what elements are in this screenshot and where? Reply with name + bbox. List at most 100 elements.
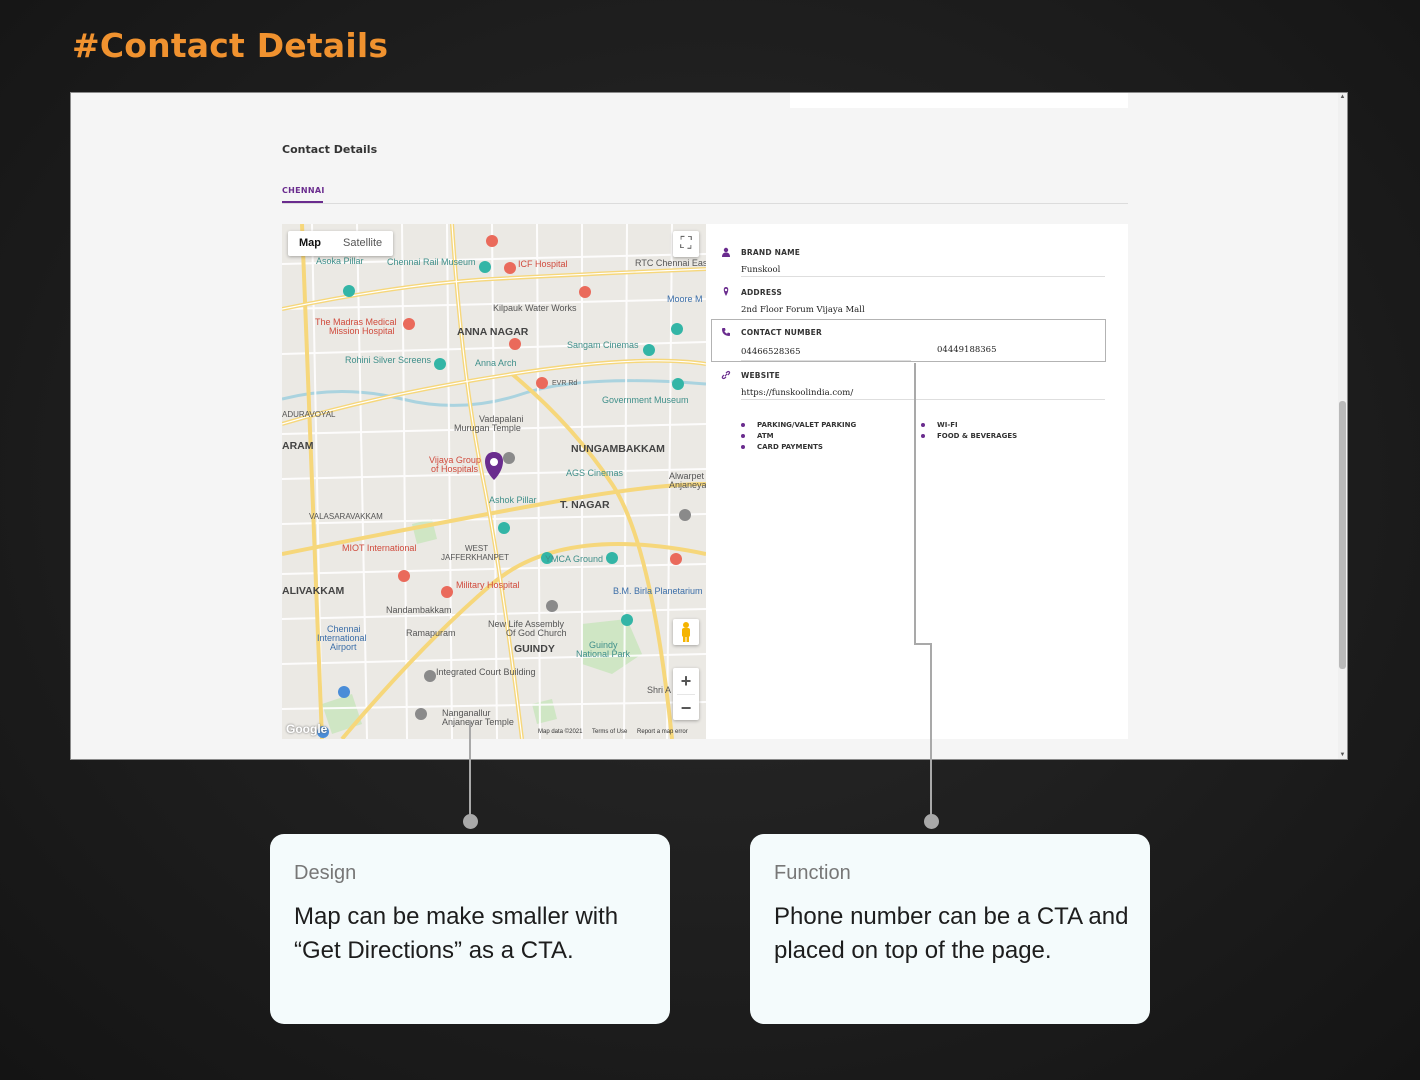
terms-link[interactable]: Terms of Use xyxy=(592,729,627,735)
svg-text:Ramapuram: Ramapuram xyxy=(406,628,456,638)
function-connector-line xyxy=(930,643,932,819)
tab-chennai[interactable]: CHENNAI xyxy=(282,186,325,195)
svg-text:Integrated Court Building: Integrated Court Building xyxy=(436,667,536,677)
tab-divider xyxy=(282,203,1128,204)
svg-text:Anjaneya: Anjaneya xyxy=(669,480,706,490)
scroll-up-icon[interactable]: ▲ xyxy=(1339,94,1346,100)
section-title: Contact Details xyxy=(282,143,378,156)
top-card xyxy=(790,93,1128,108)
svg-text:ANNA NAGAR: ANNA NAGAR xyxy=(457,326,529,338)
website-field: WEBSITE https://funskoolindia.com/ xyxy=(741,371,1105,400)
link-icon xyxy=(721,370,731,380)
phone-icon xyxy=(721,327,731,337)
svg-text:Government Museum: Government Museum xyxy=(602,395,689,405)
svg-text:Chennai Rail Museum: Chennai Rail Museum xyxy=(387,257,476,267)
amenity-item: ATM xyxy=(741,431,856,442)
brand-field: BRAND NAME Funskool xyxy=(741,248,1105,277)
svg-text:AGS Cinemas: AGS Cinemas xyxy=(566,468,624,478)
street-view-pegman[interactable] xyxy=(673,619,699,645)
svg-text:Kilpauk Water Works: Kilpauk Water Works xyxy=(493,303,577,313)
map-data-credit: Map data ©2021 xyxy=(538,729,583,735)
amenity-item: WI-FI xyxy=(921,420,1017,431)
user-icon xyxy=(721,247,731,257)
website-link[interactable]: https://funskoolindia.com/ xyxy=(741,388,1105,398)
divider xyxy=(741,360,911,361)
svg-text:Anna Arch: Anna Arch xyxy=(475,358,517,368)
map-type-satellite-button[interactable]: Satellite xyxy=(332,231,393,256)
map-type-control: Map Satellite xyxy=(288,231,394,256)
address-label: ADDRESS xyxy=(741,288,783,297)
divider xyxy=(741,276,1105,277)
report-error-link[interactable]: Report a map error xyxy=(637,729,688,735)
svg-text:ARAM: ARAM xyxy=(282,440,314,452)
design-connector-dot xyxy=(463,814,478,829)
scroll-down-icon[interactable]: ▼ xyxy=(1339,752,1346,758)
svg-text:ADURAVOYAL: ADURAVOYAL xyxy=(282,410,336,419)
svg-text:Moore M: Moore M xyxy=(667,294,703,304)
brand-label: BRAND NAME xyxy=(741,248,801,257)
address-value: 2nd Floor Forum Vijaya Mall xyxy=(741,305,865,315)
function-note-card: Function Phone number can be a CTA and p… xyxy=(750,834,1150,1024)
svg-text:B.M. Birla Planetarium: B.M. Birla Planetarium xyxy=(613,586,703,596)
svg-text:Shri A: Shri A xyxy=(647,685,671,695)
map-type-map-button[interactable]: Map xyxy=(288,231,332,256)
card-kicker: Design xyxy=(294,862,357,884)
svg-text:Of God Church: Of God Church xyxy=(506,628,567,638)
svg-text:of Hospitals: of Hospitals xyxy=(431,464,479,474)
google-logo: Google xyxy=(286,722,328,736)
address-field: ADDRESS 2nd Floor Forum Vijaya Mall xyxy=(741,288,1105,315)
map-view[interactable]: Asoka Pillar Chennai Rail Museum ICF Hos… xyxy=(282,224,706,739)
svg-text:Airport: Airport xyxy=(330,642,357,652)
card-body: Phone number can be a CTA and placed on … xyxy=(774,903,1129,964)
svg-text:Sangam Cinemas: Sangam Cinemas xyxy=(567,340,639,350)
svg-text:RTC Chennai Eas: RTC Chennai Eas xyxy=(635,258,706,268)
design-note-card: Design Map can be make smaller with “Get… xyxy=(270,834,670,1024)
page-heading: #Contact Details xyxy=(72,26,389,65)
svg-text:Military Hospital: Military Hospital xyxy=(456,580,520,590)
svg-text:Nandambakkam: Nandambakkam xyxy=(386,605,452,615)
pegman-icon xyxy=(682,622,690,642)
function-connector-dot xyxy=(924,814,939,829)
svg-text:ALIVAKKAM: ALIVAKKAM xyxy=(282,585,344,597)
svg-text:T. NAGAR: T. NAGAR xyxy=(560,499,610,511)
amenity-item: FOOD & BEVERAGES xyxy=(921,431,1017,442)
scrollbar-thumb[interactable] xyxy=(1339,401,1346,669)
svg-text:EVR Rd: EVR Rd xyxy=(552,380,577,387)
amenities-list-left: PARKING/VALET PARKING ATM CARD PAYMENTS xyxy=(741,420,856,453)
svg-text:Murugan Temple: Murugan Temple xyxy=(454,423,521,433)
map-canvas: Asoka Pillar Chennai Rail Museum ICF Hos… xyxy=(282,224,706,739)
contact-field: CONTACT NUMBER 04466528365 xyxy=(741,328,1105,361)
divider xyxy=(741,399,1105,400)
svg-text:Ashok Pillar: Ashok Pillar xyxy=(489,495,537,505)
brand-value: Funskool xyxy=(741,265,781,275)
svg-text:National Park: National Park xyxy=(576,649,631,659)
phone-number-2[interactable]: 04449188365 xyxy=(937,345,997,355)
svg-text:ICF Hospital: ICF Hospital xyxy=(518,259,568,269)
fullscreen-button[interactable]: ⛶ xyxy=(673,231,699,257)
amenity-item: PARKING/VALET PARKING xyxy=(741,420,856,431)
contact-label: CONTACT NUMBER xyxy=(741,328,822,337)
zoom-out-button[interactable]: − xyxy=(673,695,699,721)
design-connector-line xyxy=(469,720,471,820)
amenities-list-right: WI-FI FOOD & BEVERAGES xyxy=(921,420,1017,442)
svg-text:Rohini Silver Screens: Rohini Silver Screens xyxy=(345,355,432,365)
screenshot-frame: Contact Details CHENNAI Asoka Pillar Che… xyxy=(70,92,1348,760)
svg-text:NUNGAMBAKKAM: NUNGAMBAKKAM xyxy=(571,443,665,455)
zoom-in-button[interactable]: + xyxy=(673,668,699,694)
card-kicker: Function xyxy=(774,862,851,884)
svg-text:MIOT International: MIOT International xyxy=(342,543,416,553)
svg-text:Anjaneyar Temple: Anjaneyar Temple xyxy=(442,717,514,727)
website-label: WEBSITE xyxy=(741,371,780,380)
store-info-panel: BRAND NAME Funskool ADDRESS 2nd Floor Fo… xyxy=(706,224,1128,739)
fullscreen-icon: ⛶ xyxy=(680,235,692,252)
card-body: Map can be make smaller with “Get Direct… xyxy=(294,903,619,964)
zoom-control: + − xyxy=(673,668,699,720)
svg-text:GUINDY: GUINDY xyxy=(514,643,555,655)
function-connector-line xyxy=(914,363,916,644)
svg-text:Asoka Pillar: Asoka Pillar xyxy=(316,256,364,266)
map-footer: Map data ©2021 Terms of Use Report a map… xyxy=(538,729,696,735)
svg-text:Mission Hospital: Mission Hospital xyxy=(329,326,395,336)
phone-number-1[interactable]: 04466528365 xyxy=(741,347,1105,357)
svg-text:YMCA Ground: YMCA Ground xyxy=(545,554,603,564)
frame-scrollbar[interactable]: ▲ ▼ xyxy=(1338,93,1347,759)
